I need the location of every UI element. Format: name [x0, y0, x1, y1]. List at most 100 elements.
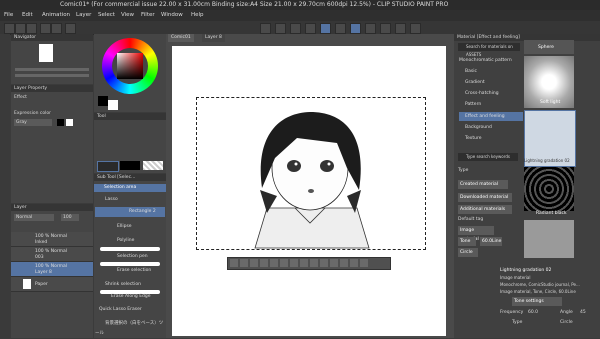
subtool-item[interactable]: Erase selection	[95, 266, 165, 276]
color-history-c[interactable]	[143, 161, 163, 170]
subtool-item[interactable]: Lasso	[95, 195, 165, 205]
menu-window[interactable]: Window	[161, 12, 183, 18]
save-icon[interactable]	[26, 23, 37, 34]
clear-icon[interactable]	[280, 259, 288, 267]
angle-value[interactable]: 45	[580, 310, 586, 315]
type2-label: Type	[512, 320, 523, 325]
subtool-item[interactable]: Selection pen	[95, 252, 165, 262]
layer-opacity: 100 % Normal	[35, 249, 68, 254]
clear-icon[interactable]	[65, 23, 76, 34]
tree-item-selected[interactable]: Effect and feeling	[459, 112, 523, 121]
mask-icon[interactable]	[395, 23, 406, 34]
tool-d-icon[interactable]	[305, 23, 316, 34]
tool-b-icon[interactable]	[275, 23, 286, 34]
redo-icon[interactable]	[51, 23, 62, 34]
selection-frame[interactable]	[196, 97, 426, 250]
downloaded-material-button[interactable]: Downloaded material	[458, 193, 512, 202]
quick-mask-icon[interactable]	[340, 259, 348, 267]
open-icon[interactable]	[15, 23, 26, 34]
navigator-preview[interactable]	[39, 44, 53, 62]
tag-circle[interactable]: Circle	[458, 248, 478, 257]
lock-icon[interactable]	[380, 23, 391, 34]
menu-edit[interactable]: Edit	[22, 12, 33, 18]
material-thumb[interactable]	[524, 220, 574, 258]
rotate-slider[interactable]	[15, 74, 89, 77]
material-thumb[interactable]: Sphere	[524, 40, 574, 54]
paste-icon[interactable]	[320, 259, 328, 267]
subtool-item[interactable]: Shrink selection	[95, 280, 165, 290]
subtool-item[interactable]: Quick Lasso Eraser	[95, 305, 165, 315]
ruler-icon[interactable]	[335, 23, 346, 34]
expand-icon[interactable]	[260, 259, 268, 267]
tree-item[interactable]: Background	[459, 123, 523, 132]
invert-icon[interactable]	[250, 259, 258, 267]
sub-color[interactable]	[108, 100, 118, 110]
snap-icon[interactable]	[320, 23, 331, 34]
zoom-slider[interactable]	[15, 68, 89, 71]
tree-item[interactable]: Texture	[459, 134, 523, 143]
layer-row[interactable]: Paper	[11, 277, 93, 292]
transform-icon[interactable]	[300, 259, 308, 267]
additional-material-button[interactable]: Additional materials	[458, 205, 512, 214]
tab-layer8[interactable]: Layer 8	[202, 34, 225, 42]
title-bar: Comic01* (For commercial issue 22.00 x 3…	[0, 0, 600, 10]
color-swatch-black[interactable]	[57, 119, 64, 126]
opacity-field[interactable]: 100	[61, 214, 79, 221]
frequency-value[interactable]: 60.0	[528, 310, 538, 315]
crop-icon[interactable]	[240, 259, 248, 267]
color-history-b[interactable]	[120, 161, 140, 170]
assets-search[interactable]: Search for materials on ASSETS	[458, 43, 520, 57]
layer-row-selected[interactable]: 100 % Normal Layer 8	[11, 262, 93, 277]
expression-select[interactable]: Gray	[14, 119, 52, 126]
blend-mode-select[interactable]: Normal	[14, 214, 54, 221]
tab-comic[interactable]: Comic01	[168, 34, 194, 42]
tool-a-icon[interactable]	[260, 23, 271, 34]
settings-icon[interactable]	[350, 259, 358, 267]
tree-label: Cross-hatching	[465, 91, 499, 96]
menu-filter[interactable]: Filter	[141, 12, 155, 18]
subtool-item[interactable]: 背景選択の（白をベース）ツール	[95, 319, 165, 336]
menu-file[interactable]: File	[4, 12, 13, 18]
keyword-search[interactable]: Type search keywords	[458, 153, 518, 161]
subtool-group[interactable]: Selection area	[94, 184, 166, 192]
view-icon[interactable]	[410, 23, 421, 34]
menu-view[interactable]: View	[121, 12, 134, 18]
menu-help[interactable]: Help	[191, 12, 204, 18]
tone-settings-button[interactable]: Tone settings	[512, 297, 562, 306]
subtool-item[interactable]: Ellipse	[95, 222, 165, 232]
subtool-item-selected[interactable]: Rectangle 2	[95, 207, 165, 217]
layer-row[interactable]: 100 % Normal 003	[11, 247, 93, 262]
shrink-icon[interactable]	[270, 259, 278, 267]
tree-item[interactable]: Monochromatic pattern	[459, 56, 517, 65]
tag-60line[interactable]: 60.0Line	[480, 237, 502, 246]
tone-icon[interactable]	[330, 259, 338, 267]
tree-item[interactable]: Pattern	[459, 100, 523, 109]
new-icon[interactable]	[4, 23, 15, 34]
tree-item[interactable]: Basic	[459, 67, 523, 76]
color-swatch-white[interactable]	[66, 119, 73, 126]
tag-image-material[interactable]: Image material	[458, 226, 494, 242]
subtool-item[interactable]: Polyline	[95, 236, 165, 246]
color-history-a[interactable]	[97, 161, 119, 172]
undo-icon[interactable]	[40, 23, 51, 34]
fill-icon[interactable]	[290, 259, 298, 267]
layer-row[interactable]: 100 % Normal Inked	[11, 232, 93, 247]
grid-icon[interactable]	[350, 23, 361, 34]
tree-item[interactable]: Cross-hatching	[459, 89, 523, 98]
copy-icon[interactable]	[310, 259, 318, 267]
tag-tone[interactable]: Tone	[458, 237, 476, 246]
material-thumb[interactable]	[524, 167, 574, 211]
layer-icon[interactable]	[365, 23, 376, 34]
deselect-icon[interactable]	[230, 259, 238, 267]
menu-select[interactable]: Select	[98, 12, 115, 18]
layer-property-title: Layer Property	[11, 85, 93, 92]
tool-c-icon[interactable]	[290, 23, 301, 34]
more-icon[interactable]	[360, 259, 368, 267]
menu-animation[interactable]: Animation	[42, 12, 70, 18]
menu-layer[interactable]: Layer	[76, 12, 91, 18]
tree-item[interactable]: Gradient	[459, 78, 523, 87]
color-square[interactable]	[117, 53, 143, 79]
subtool-item[interactable]: Erase Along Edge	[95, 292, 165, 302]
main-color[interactable]	[98, 96, 108, 106]
created-material-button[interactable]: Created material	[458, 180, 508, 189]
